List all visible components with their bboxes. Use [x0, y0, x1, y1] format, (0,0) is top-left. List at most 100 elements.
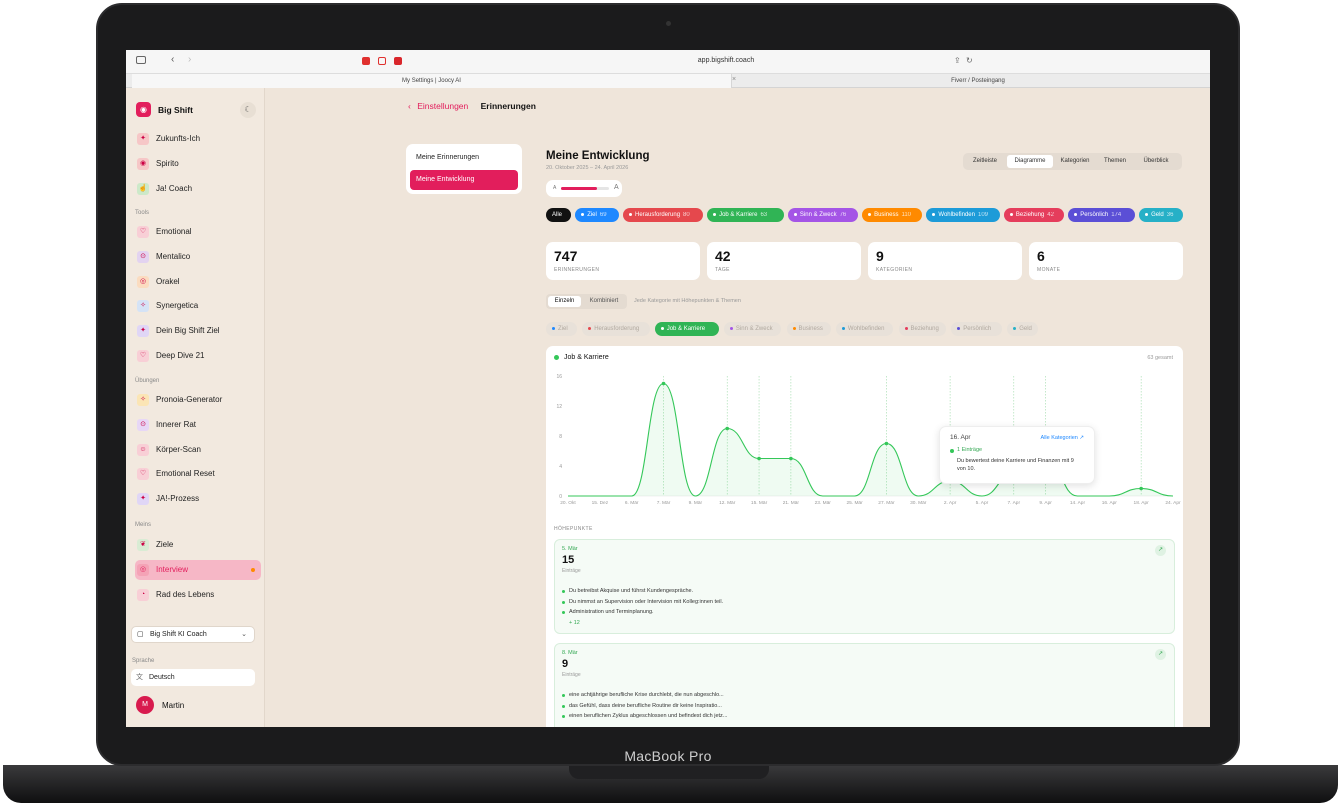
x-tick-label: 18. Apr	[1134, 500, 1150, 506]
sidebar-section-header: Meins	[135, 522, 152, 528]
tab-3[interactable]: Themen	[1097, 155, 1133, 168]
back-icon[interactable]: ‹	[408, 101, 411, 111]
mode-single[interactable]: Einzeln	[548, 296, 581, 307]
sidebar-item-label: Mentalico	[156, 251, 191, 261]
sidebar-toggle-icon[interactable]	[136, 56, 146, 64]
category-chip[interactable]: Geld 36	[1139, 208, 1183, 222]
user-name: Martin	[162, 701, 185, 710]
sidebar-section-header: Übungen	[135, 378, 160, 384]
stat-value: 6	[1037, 248, 1045, 264]
highlight-date: 8. Mär	[562, 650, 578, 656]
avatar[interactable]: M	[136, 696, 154, 714]
sidebar-item[interactable]: ☺ Körper-Scan	[135, 440, 261, 460]
expand-icon[interactable]: ↗	[1155, 545, 1166, 556]
more-link[interactable]: + 12	[561, 618, 723, 629]
sidebar-item[interactable]: ☝ Ja! Coach	[135, 179, 261, 199]
chevron-down-icon: ⌄	[241, 631, 247, 638]
filter-chip[interactable]: Beziehung	[898, 322, 947, 336]
sidebar-item[interactable]: ♡ Deep Dive 21	[135, 346, 261, 366]
sidebar-item[interactable]: ♡ Emotional	[135, 222, 261, 242]
category-chip[interactable]: Beziehung 42	[1003, 208, 1065, 222]
y-tick-label: 0	[559, 494, 562, 500]
reader-icon[interactable]	[378, 57, 386, 65]
category-chip[interactable]: Herausforderung 80	[623, 208, 704, 222]
highlight-count: 9	[562, 658, 569, 670]
subnav-item-development[interactable]: Meine Entwicklung	[410, 170, 518, 190]
tooltip-link[interactable]: Alle Kategorien ↗	[1041, 435, 1084, 441]
filter-chip[interactable]: Persönlich	[951, 322, 1003, 336]
sidebar-item-label: Ziele	[156, 540, 174, 549]
filter-chip[interactable]: Job & Karriere	[654, 322, 719, 336]
category-label: Alle	[552, 212, 563, 218]
reload-icon[interactable]: ↻	[966, 56, 973, 65]
tab-2[interactable]: Kategorien	[1055, 155, 1095, 168]
x-tick-label: 24. Apr	[1165, 500, 1181, 506]
sidebar-item[interactable]: ⊙ Innerer Rat	[135, 415, 261, 435]
category-chips: Alle Ziel 69 Herausforderung 80 Job & Karrier…	[546, 208, 1186, 222]
x-tick-label: 20. Okt	[560, 500, 576, 506]
back-arrow-icon[interactable]: ‹	[171, 54, 174, 65]
language-select[interactable]: 文 Deutsch	[131, 669, 255, 686]
category-chip[interactable]: Business 110	[862, 208, 923, 222]
sidebar-item[interactable]: ✦ JA!-Prozess	[135, 489, 261, 509]
category-chip[interactable]: Persönlich 174	[1068, 208, 1136, 222]
highlight-bullets: Du betreibst Akquise und führst Kundenge…	[561, 586, 723, 629]
expand-icon[interactable]: ↗	[1155, 649, 1166, 660]
app-name: Big Shift	[158, 105, 193, 115]
theme-toggle-icon[interactable]: ☾	[240, 102, 256, 118]
category-chip[interactable]: Job & Karriere 63	[707, 208, 784, 222]
url-bar[interactable]: app.bigshift.coach	[666, 57, 786, 64]
filter-dot	[552, 326, 555, 330]
sidebar-item-label: Spirito	[156, 158, 179, 168]
close-tab-icon[interactable]: ×	[732, 76, 736, 83]
tab-1[interactable]: Diagramme	[1007, 155, 1053, 168]
sidebar-item[interactable]: ◎ Interview	[135, 559, 261, 580]
filter-chip[interactable]: Sinn & Zweck	[723, 322, 782, 336]
filter-chip[interactable]: Business	[786, 322, 831, 336]
extension-icon[interactable]	[362, 57, 370, 65]
sidebar-item[interactable]: ✦ Zukunfts-Ich	[135, 129, 261, 149]
sidebar-item[interactable]: ✧ Pronoia-Generator	[135, 390, 261, 410]
data-point	[757, 456, 761, 461]
browser-tab[interactable]: My Settings | Joocy AI	[132, 74, 732, 88]
mode-combined[interactable]: Kombiniert	[584, 296, 624, 307]
filter-chip[interactable]: Geld	[1007, 322, 1039, 336]
chart-series-dot	[554, 355, 559, 360]
category-label: Wohlbefinden	[938, 212, 975, 218]
filter-chip[interactable]: Wohlbefinden	[835, 322, 894, 336]
subnav-card: Meine Erinnerungen Meine Entwicklung	[406, 144, 522, 194]
sidebar-item[interactable]: ✦ Dein Big Shift Ziel	[135, 321, 261, 341]
category-chip[interactable]: Sinn & Zweck 76	[787, 208, 859, 222]
sidebar-item[interactable]: ⊙ Mentalico	[135, 247, 261, 267]
share-icon[interactable]: ⇪	[954, 56, 961, 65]
category-chip[interactable]: Ziel 69	[575, 208, 619, 222]
forward-arrow-icon[interactable]: ›	[188, 54, 191, 65]
category-chip[interactable]: Wohlbefinden 109	[926, 208, 1000, 222]
back-link[interactable]: Einstellungen	[417, 101, 468, 111]
x-tick-label: 16. Apr	[1102, 500, 1118, 506]
font-large-label: A	[614, 184, 619, 191]
subnav-item-memories[interactable]: Meine Erinnerungen	[410, 148, 518, 168]
category-label: Herausforderung	[635, 212, 681, 218]
font-size-slider[interactable]	[561, 187, 609, 190]
sidebar-item[interactable]: ◔ Rad des Lebens	[135, 585, 261, 605]
coach-select[interactable]: ▢ Big Shift KI Coach ⌄	[131, 626, 255, 643]
filter-chip[interactable]: Ziel	[546, 322, 578, 336]
tab-0[interactable]: Zeitleiste	[965, 155, 1005, 168]
pdf-icon[interactable]	[394, 57, 402, 65]
sidebar-item[interactable]: ◎ Orakel	[135, 272, 261, 292]
mode-hint: Jede Kategorie mit Höhepunkten & Themen	[634, 298, 741, 304]
sidebar-item-icon: ✦	[137, 133, 149, 145]
category-chip[interactable]: Alle	[546, 208, 572, 222]
tab-4[interactable]: Überblick	[1135, 155, 1177, 168]
list-item: Du nimmst an Supervision oder Intervisio…	[561, 597, 723, 608]
sidebar-item[interactable]: ◉ Spirito	[135, 154, 261, 174]
sidebar-item[interactable]: ♡ Emotional Reset	[135, 464, 261, 484]
sidebar-item-icon: ☝	[137, 182, 149, 195]
font-small-label: A	[553, 185, 557, 191]
browser-tab[interactable]: Fiverr / Posteingang	[746, 74, 1210, 88]
filter-chip[interactable]: Herausforderung	[582, 322, 650, 336]
sidebar-item[interactable]: ❦ Ziele	[135, 535, 261, 555]
x-tick-label: 25. Mär	[846, 500, 863, 506]
sidebar-item[interactable]: ✧ Synergetica	[135, 296, 261, 316]
